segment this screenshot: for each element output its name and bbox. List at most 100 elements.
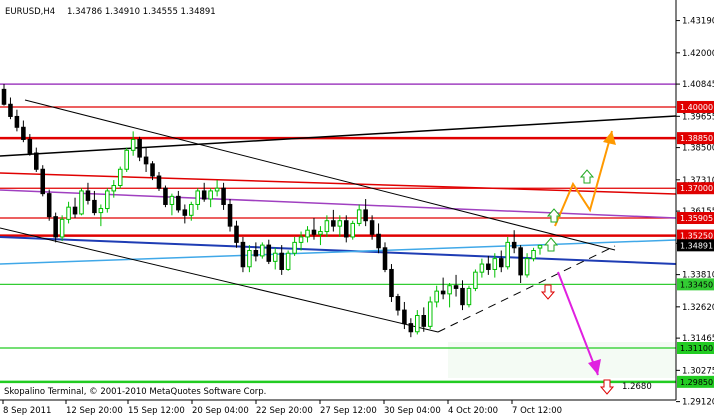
target-price-label: 1.2680 [622,382,652,392]
candle-body [466,287,472,306]
price-tick-label: 1.29120 [682,398,714,408]
candle-body [363,209,368,222]
candle-body [395,296,401,311]
candle-body [402,309,407,325]
time-tick-label: 27 Sep 12:00 [320,406,377,416]
candle-body [389,268,394,298]
candle-body [369,220,375,235]
candle-body [376,233,381,249]
candle-body [14,115,20,128]
candle-body [253,250,259,257]
candle-body [66,206,71,220]
ohlc-readout: 1.34786 1.34910 1.34555 1.34891 [67,7,216,17]
level-price-text: 1.29850 [680,378,713,387]
candle-body [163,187,168,205]
candle-body [421,315,427,327]
candle-body [59,218,65,238]
price-tick-label: 1.30275 [682,366,714,376]
candle-body [537,244,543,249]
copyright-text: Skopalino Terminal, © 2001-2010 MetaQuot… [4,387,266,397]
candle-body [447,285,452,295]
candle-body [111,185,117,192]
candle-body [46,193,52,218]
candle-body [156,175,162,189]
candle-body [169,195,175,205]
level-price-text: 1.34891 [680,241,713,250]
candle-body [292,241,297,254]
candle-body [318,231,323,235]
candle-body [240,241,246,268]
time-tick-label: 7 Oct 12:00 [512,406,562,416]
price-chart[interactable]: 1.2680 1.43190 1.42000 1.40845 1.39655 1.385… [0,0,714,416]
candle-body [72,206,78,215]
candle-body [130,138,136,151]
candle-body [350,222,355,238]
candle-body [34,152,39,170]
candle-body [298,236,304,243]
candle-body [427,301,433,327]
candle-body [324,220,330,233]
candle-body [479,263,485,273]
candle-body [331,220,336,227]
candle-body [79,190,84,215]
candle-body [150,163,155,177]
level-price-text: 1.31100 [680,344,713,353]
candle-body [85,190,91,201]
price-tick-label: 1.39655 [682,112,714,122]
level-price-text: 1.38850 [680,134,713,143]
price-tick-label: 1.40845 [682,80,714,90]
candle-body [285,252,291,270]
candle-body [498,258,504,268]
candle-body [92,199,97,214]
candle-body [305,229,310,238]
candle-body [311,229,317,235]
candle-body [189,203,194,216]
candle-body [227,203,233,227]
level-price-text: 1.35905 [680,214,713,223]
candle-body [195,190,201,205]
candle-body [460,287,465,306]
time-tick-label: 8 Sep 2011 [3,406,51,416]
candle-body [415,315,420,333]
candle-body [27,138,33,154]
candle-body [531,250,536,260]
candle-body [486,263,491,270]
time-tick-label: 20 Sep 04:00 [192,406,249,416]
time-tick-label: 30 Sep 04:00 [384,406,441,416]
price-tick-label: 1.42000 [682,49,714,59]
candle-body [266,244,272,262]
level-price-text: 1.35250 [680,232,713,241]
candle-body [105,190,110,210]
candle-body [176,195,181,211]
candle-body [408,323,414,333]
candle-body [201,190,207,200]
time-tick-label: 22 Sep 20:00 [256,406,313,416]
level-price-text: 1.37000 [680,184,713,193]
time-tick-label: 12 Sep 20:00 [66,406,123,416]
candle-body [337,220,343,227]
candle-body [234,225,239,243]
candle-body [518,247,523,276]
price-tick-label: 1.43190 [682,17,714,27]
candle-body [453,285,459,289]
candle-body [279,252,284,270]
candle-body [511,241,517,249]
candle-body [382,247,388,270]
candle-body [434,290,439,303]
level-price-labels: 1.40000 1.38850 1.37000 1.35905 1.352501.348… [677,100,714,388]
candle-body [182,209,188,216]
symbol-timeframe: EURUSD,H4 [5,7,55,17]
candle-body [143,156,149,165]
target-zone [448,342,676,378]
candle-body [214,187,220,192]
level-price-text: 1.40000 [680,103,713,112]
candle-body [272,252,278,262]
candle-body [53,216,58,238]
candle-body [124,149,129,170]
candle-body [356,209,362,224]
candle-body [40,168,46,195]
candle-body [247,250,252,268]
time-tick-label: 15 Sep 12:00 [128,406,185,416]
candle-body [492,258,498,270]
candle-body [137,138,142,158]
